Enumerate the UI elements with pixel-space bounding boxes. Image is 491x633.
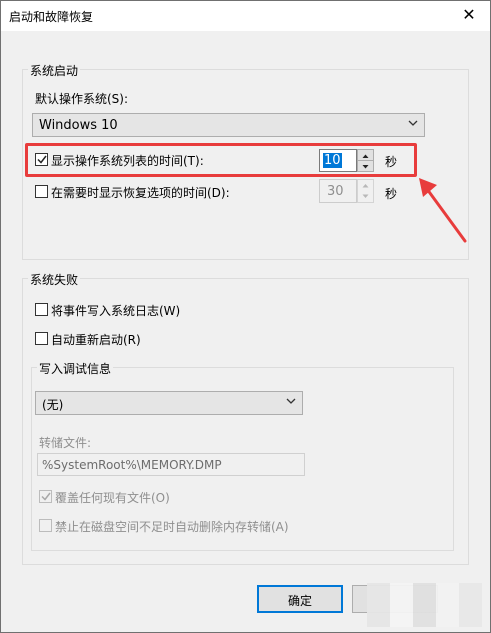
disable-autodelete-checkbox[interactable] (39, 519, 52, 532)
write-event-log-label: 将事件写入系统日志(W) (51, 304, 181, 318)
dialog-title: 启动和故障恢复 (9, 10, 94, 24)
spin-down-button[interactable] (358, 191, 373, 202)
default-os-dropdown[interactable]: Windows 10 (32, 113, 425, 137)
chevron-down-icon (408, 120, 418, 126)
chevron-down-icon (286, 398, 296, 404)
ok-button-label: 确定 (287, 594, 312, 608)
debug-info-legend: 写入调试信息 (37, 360, 114, 377)
spin-down-button[interactable] (358, 161, 373, 172)
show-os-list-label: 显示操作系统列表的时间(T): (51, 154, 204, 168)
startup-recovery-dialog: 启动和故障恢复 ✕ 系统启动 默认操作系统(S): Windows 10 显示操… (0, 0, 491, 633)
default-os-label: 默认操作系统(S): (35, 92, 129, 106)
system-failure-legend: 系统失败 (28, 271, 81, 288)
close-button[interactable]: ✕ (457, 4, 481, 26)
spin-up-button[interactable] (358, 180, 373, 191)
checkmark-icon (41, 492, 51, 501)
overwrite-label: 覆盖任何现有文件(O) (55, 491, 170, 505)
overwrite-checkbox[interactable] (39, 490, 52, 503)
show-recovery-label: 在需要时显示恢复选项的时间(D): (51, 186, 230, 200)
spin-up-button[interactable] (358, 150, 373, 161)
triangle-up-icon (362, 154, 369, 158)
auto-restart-label: 自动重新启动(R) (51, 333, 141, 347)
system-startup-legend: 系统启动 (28, 62, 81, 79)
dump-file-value: %SystemRoot%\MEMORY.DMP (42, 458, 222, 472)
show-recovery-unit: 秒 (385, 187, 398, 201)
show-recovery-seconds-input[interactable]: 30 (319, 179, 357, 203)
write-event-log-checkbox[interactable] (35, 303, 48, 316)
show-recovery-checkbox[interactable] (35, 185, 48, 198)
show-os-list-seconds-input[interactable]: 10 (319, 149, 357, 172)
show-os-list-checkbox[interactable] (35, 153, 48, 166)
show-os-list-unit: 秒 (385, 155, 398, 169)
title-bar: 启动和故障恢复 ✕ (1, 1, 490, 31)
default-os-value: Windows 10 (39, 118, 118, 133)
triangle-down-icon (362, 194, 369, 198)
triangle-down-icon (362, 164, 369, 168)
dump-file-input[interactable]: %SystemRoot%\MEMORY.DMP (37, 453, 305, 476)
debug-info-dropdown[interactable]: (无) (35, 391, 303, 415)
auto-restart-checkbox[interactable] (35, 332, 48, 345)
blurred-region (367, 583, 482, 627)
show-os-list-seconds-value: 10 (323, 153, 342, 168)
annotation-arrow-icon (419, 178, 467, 243)
dump-file-label: 转储文件: (39, 436, 92, 450)
show-os-list-spinner[interactable] (357, 149, 374, 172)
show-recovery-seconds-value: 30 (327, 184, 344, 199)
triangle-up-icon (362, 184, 369, 188)
ok-button[interactable]: 确定 (257, 585, 343, 613)
show-recovery-spinner[interactable] (357, 179, 374, 203)
disable-autodelete-label: 禁止在磁盘空间不足时自动删除内存转储(A) (55, 520, 289, 534)
debug-info-value: (无) (42, 398, 64, 412)
checkmark-icon (37, 155, 47, 164)
